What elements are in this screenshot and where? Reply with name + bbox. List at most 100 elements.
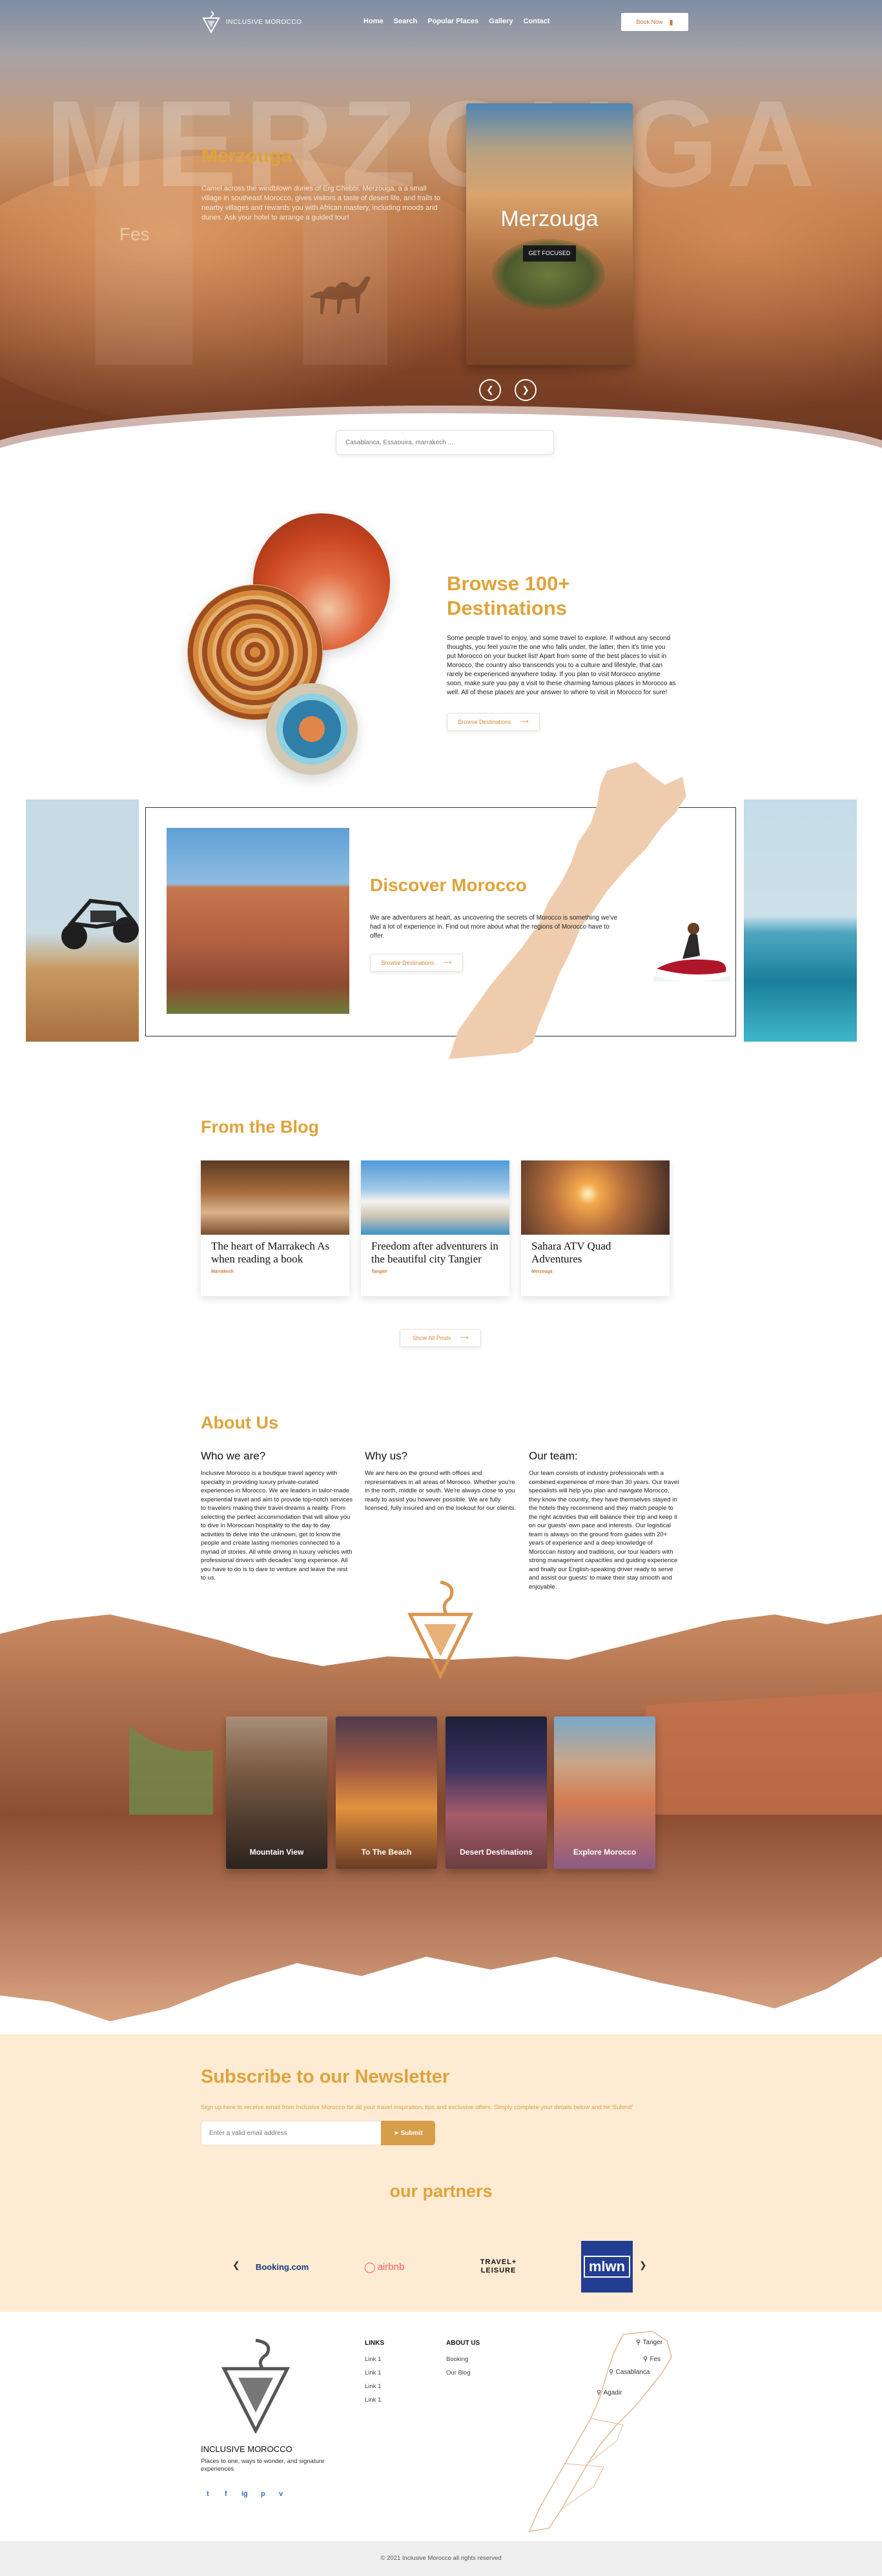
blog-card[interactable]: Sahara ATV Quad Adventures Merzouga	[521, 1160, 670, 1296]
hero-title: Merzouga	[201, 145, 292, 167]
experience-card[interactable]: To The Beach	[336, 1716, 437, 1869]
footer-link[interactable]: Link 1	[365, 2383, 381, 2390]
logo-icon	[202, 11, 220, 34]
browse-text: Some people travel to enjoy, and some tr…	[447, 635, 676, 696]
about-column-team: Our team: Our team consists of industry …	[529, 1450, 681, 1591]
vimeo-icon[interactable]: v	[279, 2490, 283, 2498]
twitter-icon[interactable]: t	[207, 2490, 209, 2498]
blog-post-title[interactable]: The heart of Marrakech As when reading a…	[201, 1235, 349, 1266]
partner-name: mlwn	[583, 2256, 631, 2278]
morocco-map-illustration	[449, 762, 686, 1059]
nav-gallery[interactable]: Gallery	[489, 17, 513, 25]
destination-photo-door	[266, 683, 358, 775]
blog-card[interactable]: Freedom after adventurers in the beautif…	[361, 1160, 509, 1296]
nav-popular-places[interactable]: Popular Places	[427, 17, 478, 25]
show-all-posts-button[interactable]: Show All Posts ⟶	[400, 1329, 481, 1347]
about-text: We are here on the ground with offices a…	[365, 1470, 516, 1512]
blog-title: From the Blog	[201, 1117, 319, 1137]
jetski-rider-icon	[653, 923, 731, 982]
about-column-who: Who we are? Inclusive Morocco is a bouti…	[201, 1450, 353, 1583]
blog-image	[521, 1160, 670, 1235]
partners-prev-button[interactable]: ❮	[232, 2260, 240, 2271]
footer-about-heading: ABOUT US	[446, 2340, 480, 2347]
newsletter-subtitle: Sign up here to receive email from Inclu…	[201, 2104, 633, 2111]
partner-logo-mlwn[interactable]: mlwn	[581, 2241, 633, 2293]
copyright: © 2021 Inclusive Morocco all rights rese…	[0, 2541, 882, 2576]
experience-label: To The Beach	[361, 1848, 412, 1857]
footer-link-blog[interactable]: Our Blog	[446, 2369, 471, 2376]
map-pin-icon: ⚲	[636, 2339, 643, 2346]
site-logo[interactable]: INCLUSIVE MOROCCO	[201, 10, 302, 34]
map-pin-agadir[interactable]: ⚲ Agadir	[597, 2389, 622, 2396]
partners-title: our partners	[389, 2181, 493, 2201]
footer-link[interactable]: Link 1	[365, 2356, 381, 2363]
discover-text: We are adventurers at heart, as uncoveri…	[370, 914, 618, 940]
chevron-left-icon: ❮	[232, 2260, 240, 2271]
about-text: Our team consists of industry profession…	[529, 1470, 679, 1591]
instagram-icon[interactable]: ig	[241, 2490, 248, 2498]
chevron-right-icon: ❯	[639, 2260, 647, 2271]
slider-next-button[interactable]: ❯	[515, 379, 537, 401]
footer-link-booking[interactable]: Booking	[446, 2356, 468, 2363]
partner-logo-airbnb[interactable]: ◯ airbnb	[349, 2241, 420, 2293]
city-label: Agadir	[603, 2389, 622, 2396]
city-label: Tanger	[642, 2339, 663, 2346]
button-label: Browse Destinations	[458, 719, 511, 725]
get-focused-button[interactable]: GET FOCUSED	[523, 245, 576, 262]
browse-title: Browse 100+ Destinations	[447, 572, 570, 619]
blog-card[interactable]: The heart of Marrakech As when reading a…	[201, 1160, 349, 1296]
map-pin-casablanca[interactable]: ⚲ Casablanca	[609, 2369, 650, 2376]
hero-side-label: Fes	[119, 224, 150, 244]
arrow-right-icon: ⟶	[460, 1335, 469, 1341]
search-input[interactable]	[336, 430, 554, 455]
browse-destinations-button[interactable]: Browse Destinations ⟶	[447, 713, 540, 731]
book-now-label: Book Now	[636, 19, 663, 25]
button-label: Browse Destinations	[381, 960, 435, 966]
nav-search[interactable]: Search	[394, 17, 418, 25]
map-pin-tanger[interactable]: ⚲ Tanger	[636, 2339, 662, 2346]
map-pin-fes[interactable]: ⚲ Fes	[643, 2356, 661, 2363]
partner-logo-travel-leisure[interactable]: TRAVEL+ LEISURE	[460, 2241, 537, 2293]
logo-text: INCLUSIVE MOROCCO	[226, 18, 302, 26]
newsletter-email-input[interactable]	[201, 2121, 383, 2145]
city-label: Casablanca	[615, 2369, 650, 2376]
hero-background-word: MERZOUGA	[45, 83, 823, 205]
page: MERZOUGA Fes Merzouga Camel across the w…	[0, 0, 882, 2576]
facebook-icon[interactable]: f	[225, 2490, 227, 2498]
footer-logo-icon	[221, 2338, 291, 2433]
partner-logo-booking[interactable]: Booking.com	[247, 2241, 318, 2293]
main-nav: Home Search Popular Places Gallery Conta…	[364, 17, 549, 25]
send-icon: ➤	[393, 2129, 399, 2137]
footer-link[interactable]: Link 1	[365, 2369, 381, 2376]
book-now-button[interactable]: Book Now ▮	[621, 13, 688, 31]
discover-title: Discover Morocco	[370, 875, 527, 895]
blog-post-title[interactable]: Sahara ATV Quad Adventures	[521, 1235, 670, 1266]
experience-card[interactable]: Explore Morocco	[554, 1716, 655, 1869]
blog-image	[361, 1160, 509, 1235]
experience-card[interactable]: Mountain View	[226, 1716, 327, 1869]
experience-card[interactable]: Desert Destinations	[446, 1716, 547, 1869]
hero-feature-card[interactable]: Merzouga GET FOCUSED	[466, 103, 633, 365]
discover-destinations-button[interactable]: Browse Destinations ⟶	[370, 954, 463, 972]
pinterest-icon[interactable]: p	[261, 2490, 265, 2498]
footer-brand-name: INCLUSIVE MOROCCO	[201, 2444, 292, 2454]
hero-card-title: Merzouga	[500, 207, 599, 231]
hero-description: Camel across the windblown dunes of Erg …	[201, 185, 440, 222]
map-pin-icon: ⚲	[597, 2389, 604, 2396]
footer	[0, 2312, 882, 2538]
chevron-right-icon: ❯	[522, 385, 529, 395]
nav-contact[interactable]: Contact	[523, 17, 549, 25]
airbnb-icon: ◯	[364, 2260, 376, 2273]
newsletter-submit-button[interactable]: ➤ Submit	[381, 2121, 435, 2145]
blog-post-title[interactable]: Freedom after adventurers in the beautif…	[361, 1235, 509, 1266]
partners-next-button[interactable]: ❯	[639, 2260, 647, 2271]
partner-name: airbnb	[377, 2261, 405, 2272]
nav-home[interactable]: Home	[364, 17, 384, 25]
chevron-left-icon: ❮	[486, 385, 494, 395]
footer-link[interactable]: Link 1	[365, 2396, 381, 2404]
blog-post-tag: Marrakesh	[211, 1270, 234, 1274]
brand-emblem-icon	[407, 1580, 474, 1679]
map-pin-icon: ⚲	[643, 2356, 650, 2363]
slider-prev-button[interactable]: ❮	[479, 379, 501, 401]
blog-image	[201, 1160, 349, 1235]
